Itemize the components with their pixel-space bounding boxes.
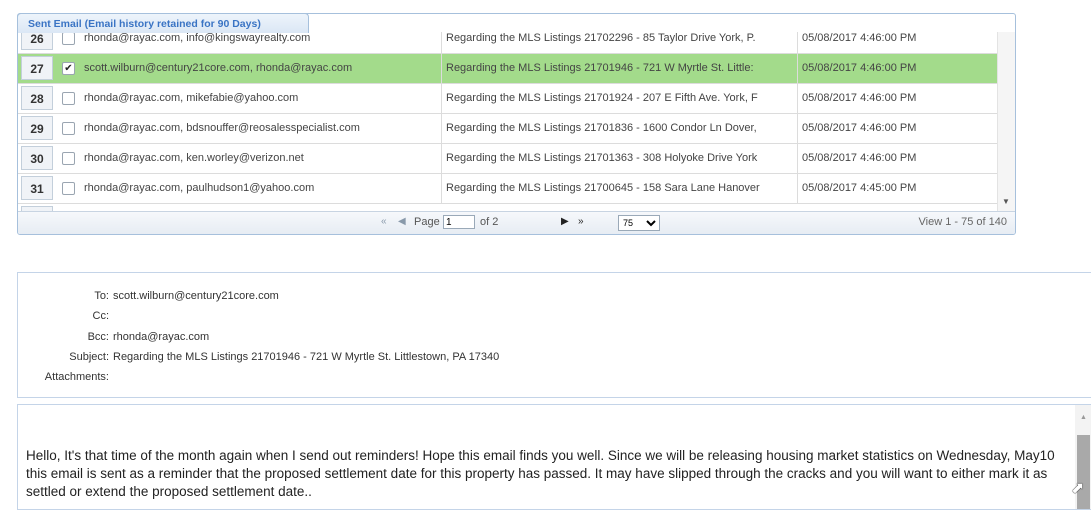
- page-number-input[interactable]: [443, 215, 475, 229]
- recipients-cell: rhonda@rayac.com, bdsnouffer@reosalesspe…: [84, 122, 360, 134]
- email-header-panel: To: scott.wilburn@century21core.com Cc: …: [17, 272, 1091, 398]
- grid-body: 26 rhonda@rayac.com, info@kingswayrealty.…: [18, 32, 1015, 212]
- view-range-text: View 1 - 75 of 140: [918, 216, 1007, 228]
- cc-label: Cc:: [92, 310, 110, 322]
- recipients-cell: rhonda@rayac.com, mikefabie@yahoo.com: [84, 92, 299, 104]
- table-row[interactable]: 28 rhonda@rayac.com, mikefabie@yahoo.com R…: [18, 84, 997, 114]
- last-page-icon[interactable]: »: [578, 216, 584, 227]
- subject-cell: Regarding the MLS Listings 21702296 - 85…: [441, 32, 797, 53]
- row-checkbox[interactable]: [62, 152, 75, 165]
- mouse-cursor-icon: ⬈: [1071, 480, 1085, 497]
- subject-cell: Regarding the MLS Listings 21701836 - 16…: [441, 114, 797, 143]
- date-cell: 05/08/2017 4:46:00 PM: [797, 84, 997, 113]
- grid-vertical-scrollbar[interactable]: ▼: [997, 32, 1015, 212]
- attachments-label: Attachments:: [44, 371, 109, 383]
- sent-email-grid: 26 rhonda@rayac.com, info@kingswayrealty.…: [17, 13, 1016, 235]
- row-number: 28: [21, 86, 53, 110]
- recipients-cell: scott.wilburn@century21core.com, rhonda@…: [84, 62, 353, 74]
- page-count-label: of 2: [480, 216, 499, 228]
- subject-cell: Regarding the MLS Listings 21700645 - 15…: [441, 174, 797, 203]
- next-page-icon[interactable]: ▶: [561, 216, 569, 227]
- row-number: 29: [21, 116, 53, 140]
- prev-page-icon[interactable]: ◀: [398, 216, 406, 227]
- row-checkbox[interactable]: ✔: [62, 62, 75, 75]
- page-size-select[interactable]: 75: [618, 215, 660, 231]
- row-number: 26: [21, 32, 53, 50]
- date-cell: 05/08/2017 4:46:00 PM: [797, 54, 997, 83]
- row-number: 27: [21, 56, 53, 80]
- row-checkbox[interactable]: [62, 182, 75, 195]
- page-label: Page: [414, 216, 440, 228]
- first-page-icon[interactable]: «: [381, 216, 387, 227]
- table-row[interactable]: 27 ✔ scott.wilburn@century21core.com, rhon…: [18, 54, 997, 84]
- row-number: 30: [21, 146, 53, 170]
- date-cell: 05/08/2017 4:46:00 PM: [797, 32, 997, 53]
- row-checkbox[interactable]: [62, 92, 75, 105]
- table-row[interactable]: 26 rhonda@rayac.com, info@kingswayrealty.…: [18, 32, 997, 54]
- bcc-row: Bcc: rhonda@rayac.com: [18, 331, 1018, 347]
- subject-cell: Regarding the MLS Listings 21701924 - 20…: [441, 84, 797, 113]
- email-body-text: Hello, It's that time of the month again…: [26, 448, 1055, 499]
- grid-pager: « ◀ Page of 2 ▶ » 75 View 1 - 75 of 140: [18, 211, 1015, 234]
- table-row[interactable]: 29 rhonda@rayac.com, bdsnouffer@reosaless…: [18, 114, 997, 144]
- cc-row: Cc:: [18, 310, 1018, 326]
- subject-cell: Regarding the MLS Listings 21701946 - 72…: [441, 54, 797, 83]
- scroll-down-arrow-icon[interactable]: ▼: [1002, 197, 1010, 206]
- to-value: scott.wilburn@century21core.com: [113, 290, 279, 302]
- scroll-up-arrow-icon[interactable]: ▲: [1080, 414, 1087, 421]
- row-checkbox[interactable]: [62, 122, 75, 135]
- email-body-panel[interactable]: Hello, It's that time of the month again…: [17, 404, 1091, 510]
- bcc-label: Bcc:: [87, 331, 109, 343]
- to-label: To:: [94, 290, 109, 302]
- row-number: 31: [21, 176, 53, 200]
- date-cell: 05/08/2017 4:46:00 PM: [797, 114, 997, 143]
- table-row[interactable]: 30 rhonda@rayac.com, ken.worley@verizon.n…: [18, 144, 997, 174]
- recipients-cell: rhonda@rayac.com, info@kingswayrealty.co…: [84, 32, 311, 44]
- subject-cell: Regarding the MLS Listings 21701363 - 30…: [441, 144, 797, 173]
- subject-label: Subject:: [69, 351, 109, 363]
- subject-value: Regarding the MLS Listings 21701946 - 72…: [113, 351, 500, 363]
- checkmark-icon: ✔: [64, 63, 73, 74]
- date-cell: 05/08/2017 4:45:00 PM: [797, 174, 997, 203]
- recipients-cell: rhonda@rayac.com, ken.worley@verizon.net: [84, 152, 304, 164]
- recipients-cell: rhonda@rayac.com, paulhudson1@yahoo.com: [84, 182, 315, 194]
- sent-email-tab[interactable]: Sent Email (Email history retained for 9…: [17, 13, 309, 33]
- bcc-value: rhonda@rayac.com: [113, 331, 210, 343]
- table-row[interactable]: 31 rhonda@rayac.com, paulhudson1@yahoo.co…: [18, 174, 997, 204]
- attachments-row: Attachments:: [18, 371, 1018, 387]
- to-row: To: scott.wilburn@century21core.com: [18, 290, 1018, 306]
- date-cell: 05/08/2017 4:46:00 PM: [797, 144, 997, 173]
- subject-row: Subject: Regarding the MLS Listings 2170…: [18, 351, 1018, 367]
